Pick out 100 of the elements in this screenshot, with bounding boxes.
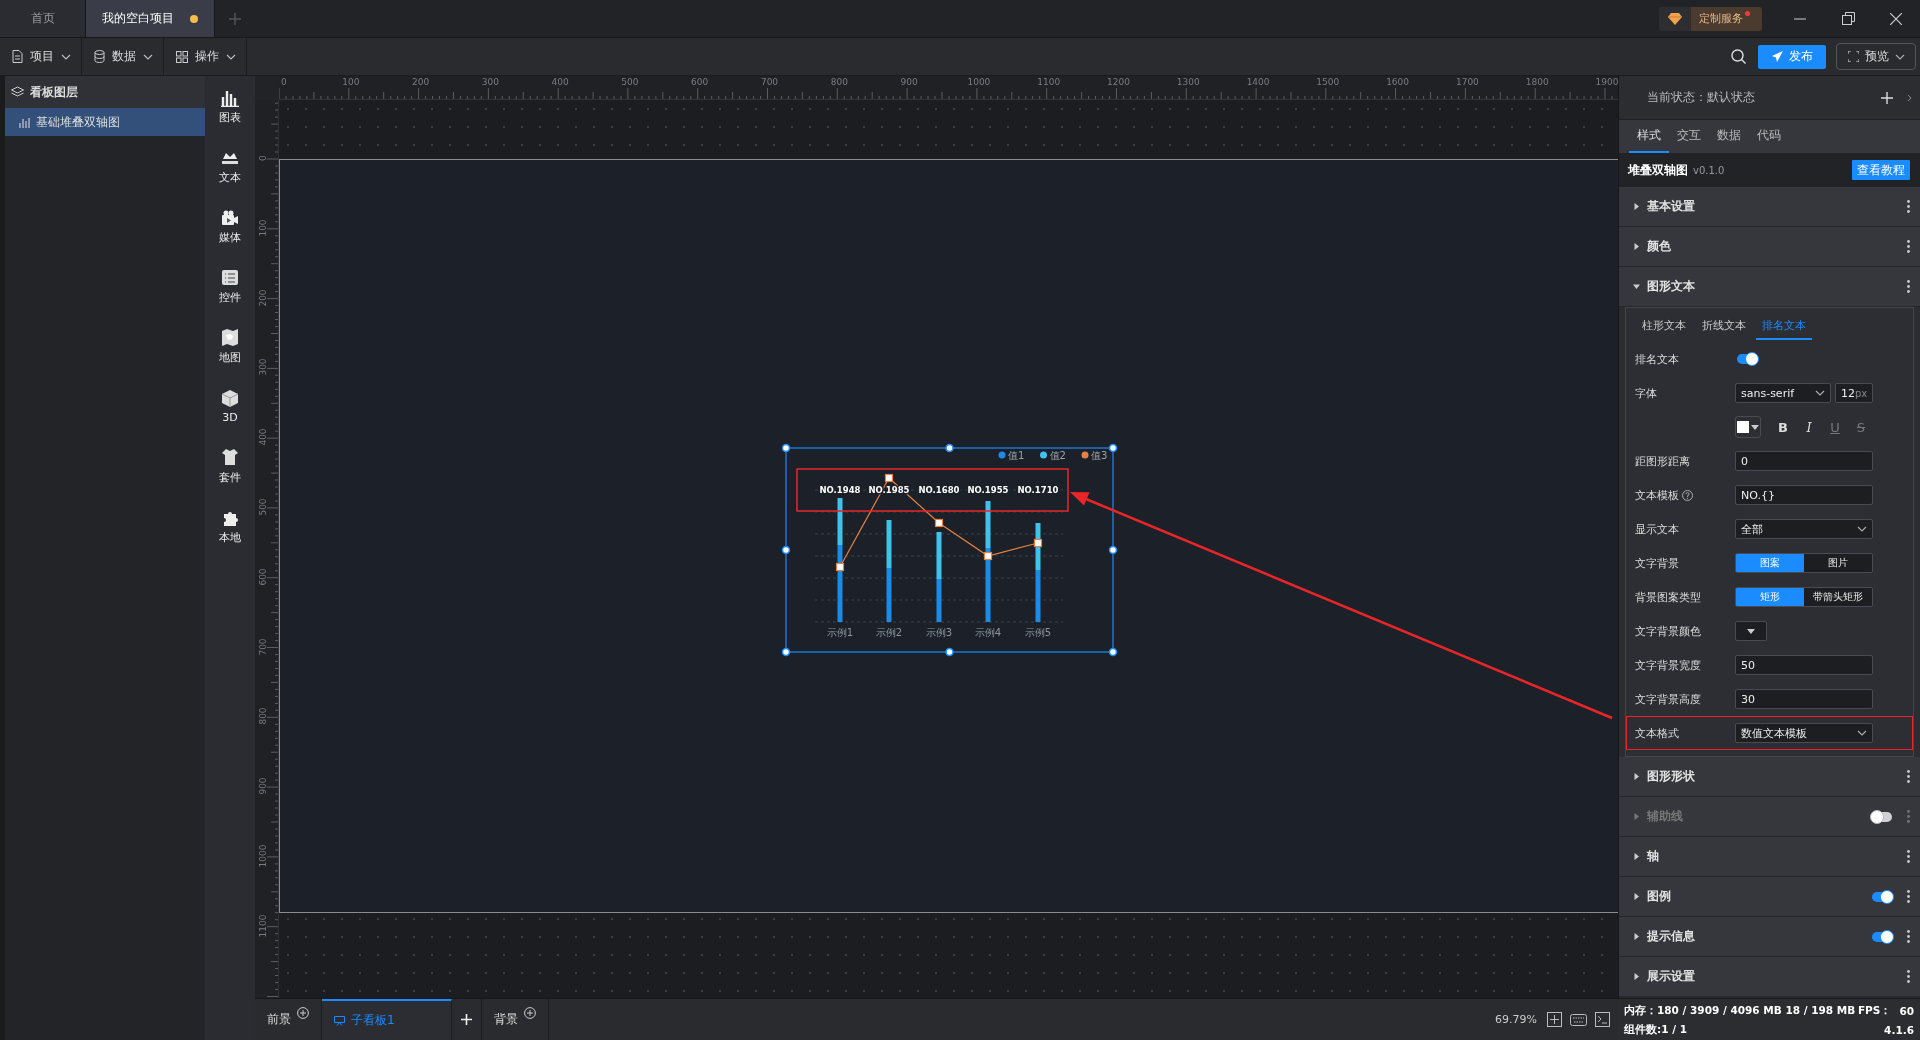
minimize-icon[interactable] [1794,17,1806,20]
segment-button[interactable]: 图片 [1804,554,1872,572]
dropdown[interactable]: 全部 [1735,519,1873,539]
text-field[interactable]: 0 [1735,451,1873,471]
sub-tab[interactable]: 排名文本 [1756,318,1812,340]
panel-tab[interactable]: 数据 [1709,120,1749,153]
menu-button[interactable]: 操作 [164,38,247,75]
project-tab[interactable]: 我的空白项目 [86,0,215,37]
section-header[interactable]: 颜色 [1619,227,1920,267]
component-button[interactable]: 媒体 [205,196,255,256]
ruler-label: 500 [258,497,268,518]
ruler-label: 1300 [1176,77,1200,87]
more-icon[interactable] [1907,770,1910,783]
color-picker[interactable] [1735,621,1767,641]
text-field[interactable]: 50 [1735,655,1873,675]
search-icon[interactable] [1731,49,1746,64]
legend-label: 值3 [1091,450,1108,461]
panel-tab[interactable]: 交互 [1669,120,1709,153]
menu-button[interactable]: 数据 [82,38,164,75]
ruler-label: 100 [258,218,268,239]
component-button[interactable]: 控件 [205,256,255,316]
ruler-label: 700 [760,77,779,87]
map-icon [221,327,239,347]
toggle-switch[interactable] [1870,889,1894,904]
more-icon[interactable] [1907,280,1910,293]
sub-tab[interactable]: 柱形文本 [1636,318,1692,340]
color-swatch [1737,421,1749,433]
resize-handle[interactable] [945,647,954,657]
sub-tab[interactable]: 折线文本 [1696,318,1752,340]
add-circle-icon[interactable] [297,1006,309,1019]
resize-handle[interactable] [945,443,954,453]
text-field[interactable]: NO.{} [1735,485,1873,505]
section-header[interactable]: 图形文本 [1619,267,1920,307]
component-button[interactable]: 文本 [205,136,255,196]
section-header[interactable]: 基本设置 [1619,187,1920,227]
board-tab[interactable]: 子看板1 [322,999,452,1040]
more-icon[interactable] [1907,200,1910,213]
ruler-label: 800 [258,706,268,727]
segment-button[interactable]: 带箭头矩形 [1804,588,1872,606]
ruler-label: 200 [258,288,268,309]
component-button[interactable]: 3D [205,376,255,436]
section-header[interactable]: 轴 [1619,837,1920,877]
font-dropdown[interactable]: sans-serif [1735,383,1831,403]
toggle-switch[interactable] [1870,929,1894,944]
format-button[interactable]: I [1801,419,1817,435]
rank-label: NO.1955 [967,485,1009,495]
monitor-icon [334,1015,345,1026]
section-header[interactable]: 图形形状 [1619,757,1920,797]
preview-button[interactable]: 预览 [1836,43,1916,70]
component-button[interactable]: 地图 [205,316,255,376]
resize-handle[interactable] [1108,545,1118,555]
add-circle-icon[interactable] [524,1006,536,1019]
component-button[interactable]: 本地 [205,496,255,556]
keyboard-icon[interactable] [1570,1013,1587,1026]
section-header[interactable]: 图例 [1619,877,1920,917]
close-icon[interactable] [1890,12,1902,25]
resize-handle[interactable] [1108,647,1118,657]
chevron-down-icon [226,53,236,60]
project-tab[interactable]: 首页 [0,0,86,37]
layer-item[interactable]: 基础堆叠双轴图 [5,108,205,136]
chevron-right-icon[interactable] [1907,93,1912,102]
panel-tab[interactable]: 代码 [1749,120,1789,153]
text-field[interactable]: 30 [1735,689,1873,709]
section-title: 轴 [1647,848,1659,865]
category-label: 示例4 [974,627,1002,638]
resize-handle[interactable] [781,443,791,453]
chevron-down-icon [1857,730,1867,736]
section-header[interactable]: 提示信息 [1619,917,1920,957]
fit-screen-icon[interactable] [1547,1012,1562,1027]
more-icon[interactable] [1907,890,1910,903]
chevron-down-icon [61,53,71,60]
restore-icon[interactable] [1841,12,1855,25]
ruler-label: 1000 [967,77,991,87]
component-button[interactable]: 套件 [205,436,255,496]
resize-handle[interactable] [781,647,791,657]
section-header[interactable]: 展示设置 [1619,957,1920,997]
toggle-switch[interactable] [1735,352,1759,366]
ruler-label: 1000 [258,843,268,870]
ruler-label: 1700 [1455,77,1479,87]
ruler-label: 400 [551,77,569,87]
shirt-icon [221,447,239,467]
terminal-icon[interactable] [1595,1012,1610,1027]
font-size-field[interactable]: 12px [1835,383,1873,403]
resize-handle[interactable] [1108,443,1118,453]
format-button[interactable]: B [1775,419,1791,435]
component-button[interactable]: 图表 [205,76,255,136]
add-board-icon[interactable] [461,1014,472,1025]
color-picker[interactable] [1735,416,1761,438]
menu-button[interactable]: 项目 [0,38,82,75]
add-icon[interactable] [1881,91,1893,104]
more-icon[interactable] [1907,930,1910,943]
more-icon[interactable] [1907,970,1910,983]
more-icon[interactable] [1907,240,1910,253]
board-tab[interactable]: 背景 [482,999,549,1040]
help-icon[interactable] [1682,489,1693,501]
more-icon[interactable] [1907,850,1910,863]
chevron-down-icon [1815,390,1825,396]
dropdown[interactable]: 数值文本模板 [1735,723,1873,743]
chevron-down-icon [1857,526,1867,532]
resize-handle[interactable] [781,545,791,555]
